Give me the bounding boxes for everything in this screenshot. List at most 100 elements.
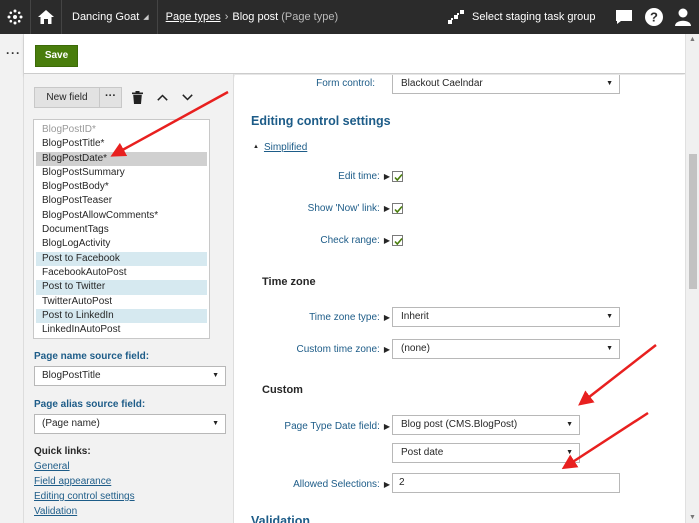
date-field-select[interactable]: Post date ▼ [392, 443, 580, 463]
field-list-item[interactable]: TwitterAutoPost [36, 295, 207, 309]
scroll-down-icon[interactable]: ▼ [689, 514, 696, 521]
chat-icon[interactable] [615, 9, 633, 25]
more-menu-icon[interactable]: ··· [6, 46, 21, 60]
svg-text:?: ? [650, 10, 658, 25]
breadcrumb-page-types[interactable]: Page types [166, 11, 221, 23]
dropdown-arrow-icon: ▼ [606, 345, 613, 352]
site-name: Dancing Goat [72, 11, 140, 23]
help-icon[interactable]: ? [645, 8, 663, 26]
user-icon[interactable] [675, 8, 691, 26]
top-bar: Dancing Goat ◢ Page types › Blog post (P… [0, 0, 699, 34]
expand-arrow-icon[interactable]: ▶ [384, 422, 390, 431]
dropdown-arrow-icon: ▼ [212, 420, 219, 427]
field-list[interactable]: BlogPostID* BlogPostTitle* BlogPostDate* Bl… [33, 119, 210, 339]
field-list-item[interactable]: BlogPostTitle* [36, 137, 207, 151]
expand-arrow-icon[interactable]: ▶ [384, 172, 390, 181]
field-list-item[interactable]: LinkedInAutoPost [36, 323, 207, 337]
simplified-link[interactable]: Simplified [264, 142, 307, 153]
quick-link-field-appearance[interactable]: Field appearance [34, 476, 111, 487]
page-alias-source-label: Page alias source field: [34, 399, 146, 410]
field-list-item[interactable]: FacebookAutoPost [36, 266, 207, 280]
field-panel: New field ··· BlogPostID* BlogPostTitle* B… [24, 74, 234, 523]
expand-arrow-icon[interactable]: ▶ [384, 345, 390, 354]
action-header: Save [24, 34, 685, 74]
dropdown-arrow-icon: ▼ [606, 313, 613, 320]
allowed-selections-input[interactable]: 2 [392, 473, 620, 493]
custom-time-zone-label: Custom time zone: ▶ [296, 344, 390, 355]
time-zone-heading: Time zone [262, 276, 316, 288]
page-type-date-field-label: Page Type Date field: ▶ [284, 421, 390, 432]
custom-time-zone-select[interactable]: (none) ▼ [392, 339, 620, 359]
page-alias-source-select[interactable]: (Page name) ▼ [34, 414, 226, 434]
field-list-item[interactable]: BlogPostAllowComments* [36, 209, 207, 223]
expand-arrow-icon[interactable]: ▶ [384, 236, 390, 245]
custom-time-zone-value: (none) [401, 343, 430, 354]
chevron-down-icon[interactable] [182, 94, 193, 101]
field-list-item[interactable]: BlogPostBody* [36, 180, 207, 194]
field-list-item[interactable]: BlogLogActivity [36, 237, 207, 251]
validation-heading: Validation [251, 514, 311, 523]
editing-control-settings-heading: Editing control settings [251, 114, 391, 128]
breadcrumb-type: (Page type) [281, 11, 339, 23]
field-list-item[interactable]: BlogPostID* [36, 123, 207, 137]
check-range-checkbox[interactable] [392, 235, 403, 246]
form-control-label: Form control: [316, 78, 375, 89]
show-now-link-label: Show 'Now' link: ▶ [307, 203, 390, 214]
scrollbar-thumb[interactable] [689, 154, 697, 289]
show-now-link-checkbox[interactable] [392, 203, 403, 214]
date-field-value: Post date [401, 447, 444, 458]
form-control-value: Blackout Caelndar [401, 78, 483, 89]
save-button[interactable]: Save [35, 45, 78, 67]
quick-link-editing-control-settings[interactable]: Editing control settings [34, 491, 135, 502]
staging-icon [448, 10, 464, 24]
dropdown-arrow-icon: ▼ [606, 80, 613, 87]
page-name-source-select[interactable]: BlogPostTitle ▼ [34, 366, 226, 386]
main-scrollbar[interactable]: ▲ ▼ [685, 34, 699, 523]
field-settings-form: Form control: Blackout Caelndar ▼ Editin… [235, 75, 685, 523]
topbar-icons: ? [615, 0, 691, 34]
field-list-item[interactable]: Post to LinkedIn [36, 308, 207, 324]
time-zone-type-value: Inherit [401, 311, 429, 322]
field-toolbar: New field ··· [34, 87, 193, 108]
field-list-item[interactable]: DocumentTags [36, 223, 207, 237]
site-selector[interactable]: Dancing Goat ◢ [62, 0, 158, 34]
time-zone-type-select[interactable]: Inherit ▼ [392, 307, 620, 327]
field-list-item[interactable]: BlogPostTeaser [36, 194, 207, 208]
simplified-toggle[interactable]: ▲ Simplified [253, 142, 307, 153]
page-name-source-label: Page name source field: [34, 351, 150, 362]
field-list-item[interactable]: BlogPostSummary [36, 166, 207, 180]
dropdown-arrow-icon: ▼ [566, 449, 573, 456]
staging-label: Select staging task group [472, 11, 596, 23]
page-name-source-value: BlogPostTitle [42, 370, 101, 381]
expand-arrow-icon[interactable]: ▶ [384, 204, 390, 213]
staging-task-group-button[interactable]: Select staging task group [448, 0, 596, 34]
page-type-select[interactable]: Blog post (CMS.BlogPost) ▼ [392, 415, 580, 435]
quick-link-validation[interactable]: Validation [34, 506, 77, 517]
expand-arrow-icon[interactable]: ▶ [384, 313, 390, 322]
edit-time-checkbox[interactable] [392, 171, 403, 182]
chevron-up-icon[interactable] [157, 94, 168, 101]
dropdown-arrow-icon: ▼ [566, 421, 573, 428]
quick-link-general[interactable]: General [34, 461, 70, 472]
breadcrumb-separator-icon: › [224, 11, 229, 23]
breadcrumb-current: Blog post [232, 11, 279, 23]
left-rail: ··· [0, 34, 24, 523]
expand-arrow-icon[interactable]: ▶ [384, 480, 390, 489]
scroll-up-icon[interactable]: ▲ [689, 36, 696, 43]
more-actions-button[interactable]: ··· [100, 87, 122, 108]
field-list-item[interactable]: Post to Twitter [36, 280, 207, 295]
edit-time-label: Edit time: ▶ [338, 171, 390, 182]
kentico-logo-icon[interactable] [0, 0, 30, 34]
custom-heading: Custom [262, 384, 303, 396]
delete-icon[interactable] [132, 91, 143, 104]
page-alias-source-value: (Page name) [42, 418, 100, 429]
field-list-item[interactable]: BlogPostDate* [36, 151, 207, 166]
form-control-select[interactable]: Blackout Caelndar ▼ [392, 75, 620, 94]
caret-down-icon: ◢ [143, 14, 149, 21]
new-field-button[interactable]: New field [34, 87, 100, 108]
home-icon[interactable] [30, 0, 62, 34]
field-list-item[interactable]: Post to Facebook [36, 251, 207, 266]
quick-links-title: Quick links: [34, 446, 91, 457]
breadcrumb: Page types › Blog post (Page type) [158, 11, 338, 23]
triangle-up-icon: ▲ [253, 144, 259, 151]
